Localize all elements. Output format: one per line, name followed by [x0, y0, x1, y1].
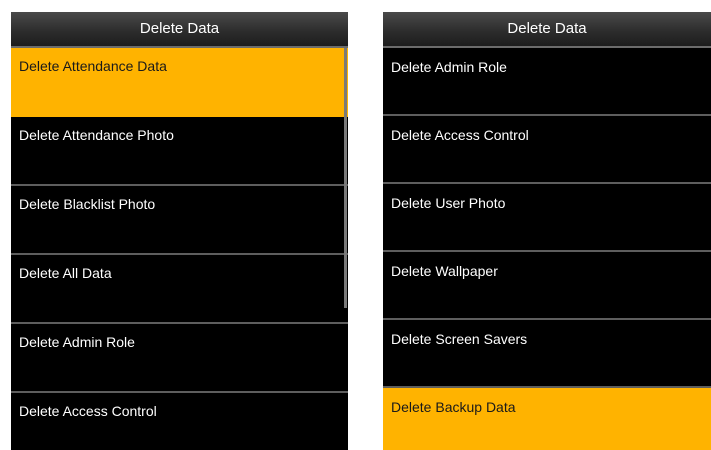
- menu-item-delete-access-control[interactable]: Delete Access Control: [11, 393, 348, 450]
- menu-item-delete-wallpaper[interactable]: Delete Wallpaper: [383, 252, 711, 320]
- menu-list: Delete Admin Role Delete Access Control …: [383, 48, 711, 450]
- menu-item-delete-attendance-photo[interactable]: Delete Attendance Photo: [11, 117, 348, 186]
- menu-item-delete-access-control[interactable]: Delete Access Control: [383, 116, 711, 184]
- menu-item-delete-user-photo[interactable]: Delete User Photo: [383, 184, 711, 252]
- menu-item-delete-all-data[interactable]: Delete All Data: [11, 255, 348, 324]
- menu-item-delete-blacklist-photo[interactable]: Delete Blacklist Photo: [11, 186, 348, 255]
- right-device-screen: Delete Data Delete Admin Role Delete Acc…: [383, 12, 711, 450]
- menu-item-delete-backup-data[interactable]: Delete Backup Data: [383, 388, 711, 450]
- menu-list: Delete Attendance Data Delete Attendance…: [11, 48, 348, 450]
- screen-title: Delete Data: [383, 12, 711, 48]
- screen-title: Delete Data: [11, 12, 348, 48]
- menu-item-delete-admin-role[interactable]: Delete Admin Role: [383, 48, 711, 116]
- scrollbar[interactable]: [344, 48, 347, 308]
- menu-item-delete-attendance-data[interactable]: Delete Attendance Data: [11, 48, 348, 117]
- menu-item-delete-admin-role[interactable]: Delete Admin Role: [11, 324, 348, 393]
- menu-item-delete-screen-savers[interactable]: Delete Screen Savers: [383, 320, 711, 388]
- left-device-screen: Delete Data Delete Attendance Data Delet…: [11, 12, 348, 450]
